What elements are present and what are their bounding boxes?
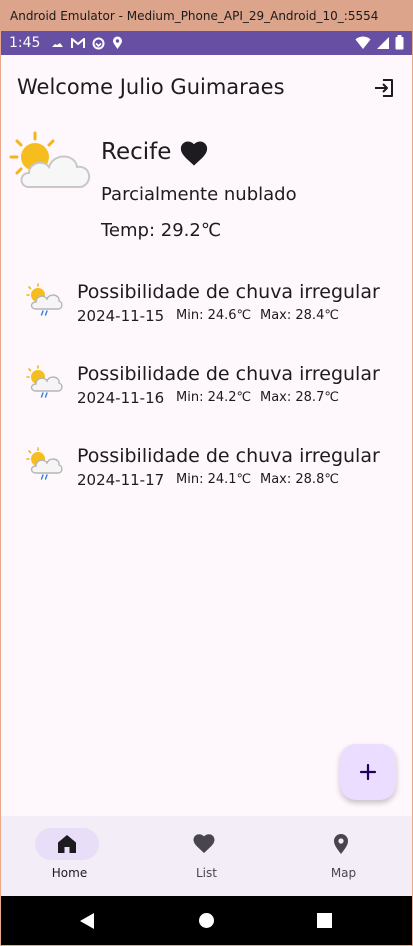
forecast-min-temp: Min: 24.6℃ (176, 308, 252, 323)
system-navigation-bar (1, 896, 412, 945)
forecast-description: Possibilidade de chuva irregular (77, 445, 380, 467)
logout-icon[interactable] (372, 76, 396, 100)
recents-icon[interactable] (317, 913, 332, 928)
heart-icon[interactable] (179, 139, 209, 167)
nav-label-map: Map (330, 866, 357, 880)
app-bar: Welcome Julio Guimaraes (1, 55, 412, 119)
battery-icon (395, 35, 404, 50)
forecast-description: Possibilidade de chuva irregular (77, 363, 380, 385)
signal-icon (377, 36, 389, 49)
status-bar: 1:45 (1, 31, 412, 55)
forecast-max-temp: Max: 28.4℃ (260, 308, 339, 323)
cast-icon (52, 43, 63, 47)
forecast-max-temp: Max: 28.8℃ (260, 472, 339, 487)
status-system-icons (355, 35, 404, 50)
forecast-date: 2024-11-16 (77, 389, 165, 407)
forecast-max-temp: Max: 28.7℃ (260, 390, 339, 405)
gmail-icon (71, 37, 85, 48)
page-title: Welcome Julio Guimaraes (17, 75, 285, 99)
status-notification-icons (51, 36, 123, 50)
list-item[interactable]: Possibilidade de chuva irregular 2024-11… (1, 271, 412, 353)
patchy-rain-icon (26, 447, 63, 480)
wifi-icon (355, 36, 371, 49)
partly-cloudy-icon (9, 131, 91, 188)
city-name: Recife (101, 139, 172, 165)
phone-screen: 1:45 Welcome Julio Guimaraes Recife Parc… (1, 31, 412, 945)
window-title: Android Emulator - Medium_Phone_API_29_A… (10, 9, 379, 23)
patchy-rain-icon (26, 365, 63, 398)
current-temperature: Temp: 29.2℃ (101, 220, 222, 241)
emulator-title-bar: Android Emulator - Medium_Phone_API_29_A… (0, 0, 413, 31)
home-circle-icon[interactable] (198, 912, 215, 929)
nav-item-home[interactable]: Home (1, 816, 138, 896)
nav-item-map[interactable]: Map (275, 816, 412, 896)
patchy-rain-icon (26, 283, 63, 316)
current-weather: Recife Parcialmente nublado Temp: 29.2℃ (1, 127, 412, 257)
list-item[interactable]: Possibilidade de chuva irregular 2024-11… (1, 353, 412, 435)
forecast-description: Possibilidade de chuva irregular (77, 281, 380, 303)
status-time: 1:45 (9, 35, 41, 51)
home-icon (58, 835, 76, 853)
add-city-button[interactable] (340, 744, 396, 800)
forecast-min-temp: Min: 24.1℃ (176, 472, 252, 487)
heart-icon (193, 834, 215, 853)
nav-item-list[interactable]: List (138, 816, 275, 896)
map-pin-icon (334, 834, 348, 854)
list-item[interactable]: Possibilidade de chuva irregular 2024-11… (1, 435, 412, 517)
plus-icon (359, 763, 377, 781)
bottom-navigation: Home List Map (1, 816, 412, 896)
back-icon[interactable] (79, 912, 95, 930)
weather-condition: Parcialmente nublado (101, 184, 297, 205)
nav-label-list: List (196, 866, 217, 880)
sync-icon (92, 37, 105, 49)
forecast-date: 2024-11-15 (77, 307, 165, 325)
forecast-min-temp: Min: 24.2℃ (176, 390, 252, 405)
forecast-date: 2024-11-17 (77, 471, 165, 489)
location-icon (113, 36, 122, 49)
nav-label-home: Home (51, 866, 88, 880)
